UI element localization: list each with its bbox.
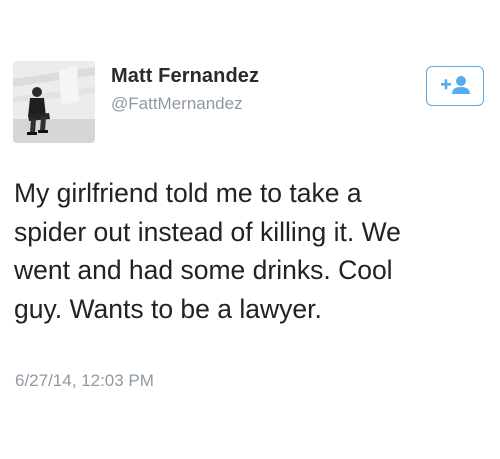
tweet-timestamp[interactable]: 6/27/14, 12:03 PM xyxy=(15,371,154,391)
follow-button[interactable] xyxy=(426,66,484,106)
add-user-icon xyxy=(441,76,470,94)
tweet-text-line: My girlfriend told me to take a xyxy=(14,178,362,208)
tweet-text-line: went and had some drinks. Cool xyxy=(14,255,393,285)
tweet-card: Matt Fernandez @FattMernandez My girlfri… xyxy=(0,0,500,459)
avatar[interactable] xyxy=(13,61,95,143)
tweet-text: My girlfriend told me to take a spider o… xyxy=(14,174,488,328)
author-display-name[interactable]: Matt Fernandez xyxy=(111,65,259,88)
author-handle[interactable]: @FattMernandez xyxy=(111,94,243,114)
avatar-photo-icon xyxy=(13,61,95,143)
tweet-text-line: spider out instead of killing it. We xyxy=(14,216,401,247)
tweet-text-line: guy. Wants to be a lawyer. xyxy=(14,293,322,324)
